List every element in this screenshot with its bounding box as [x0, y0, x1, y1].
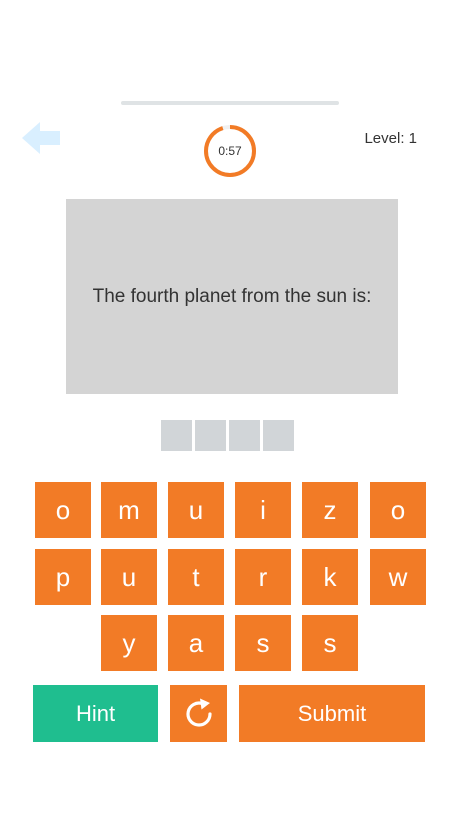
answer-slot[interactable] — [263, 420, 294, 451]
hint-button[interactable]: Hint — [33, 685, 158, 742]
timer: 0:57 — [203, 124, 257, 178]
letter-key[interactable]: a — [168, 615, 224, 671]
answer-slot[interactable] — [195, 420, 226, 451]
letter-key[interactable]: p — [35, 549, 91, 605]
letter-key[interactable]: w — [370, 549, 426, 605]
letter-key[interactable]: u — [168, 482, 224, 538]
letter-key[interactable]: s — [302, 615, 358, 671]
level-label: Level: 1 — [364, 130, 417, 147]
back-arrow-icon[interactable] — [22, 120, 60, 156]
letter-key[interactable]: i — [235, 482, 291, 538]
answer-slot[interactable] — [161, 420, 192, 451]
letter-key[interactable]: m — [101, 482, 157, 538]
submit-button[interactable]: Submit — [239, 685, 425, 742]
timer-text: 0:57 — [218, 144, 242, 158]
answer-slot[interactable] — [229, 420, 260, 451]
refresh-icon — [185, 698, 212, 727]
question-text: The fourth planet from the sun is: — [92, 285, 372, 307]
letter-key[interactable]: s — [235, 615, 291, 671]
refresh-button[interactable] — [170, 685, 227, 742]
letter-key[interactable]: y — [101, 615, 157, 671]
answer-slots — [161, 420, 294, 451]
letter-key[interactable]: k — [302, 549, 358, 605]
letter-key[interactable]: t — [168, 549, 224, 605]
letter-key[interactable]: o — [35, 482, 91, 538]
letter-key[interactable]: r — [235, 549, 291, 605]
letter-key[interactable]: z — [302, 482, 358, 538]
letter-key[interactable]: u — [101, 549, 157, 605]
question-card: The fourth planet from the sun is: — [66, 199, 398, 394]
progress-bar — [121, 101, 339, 105]
letter-key[interactable]: o — [370, 482, 426, 538]
